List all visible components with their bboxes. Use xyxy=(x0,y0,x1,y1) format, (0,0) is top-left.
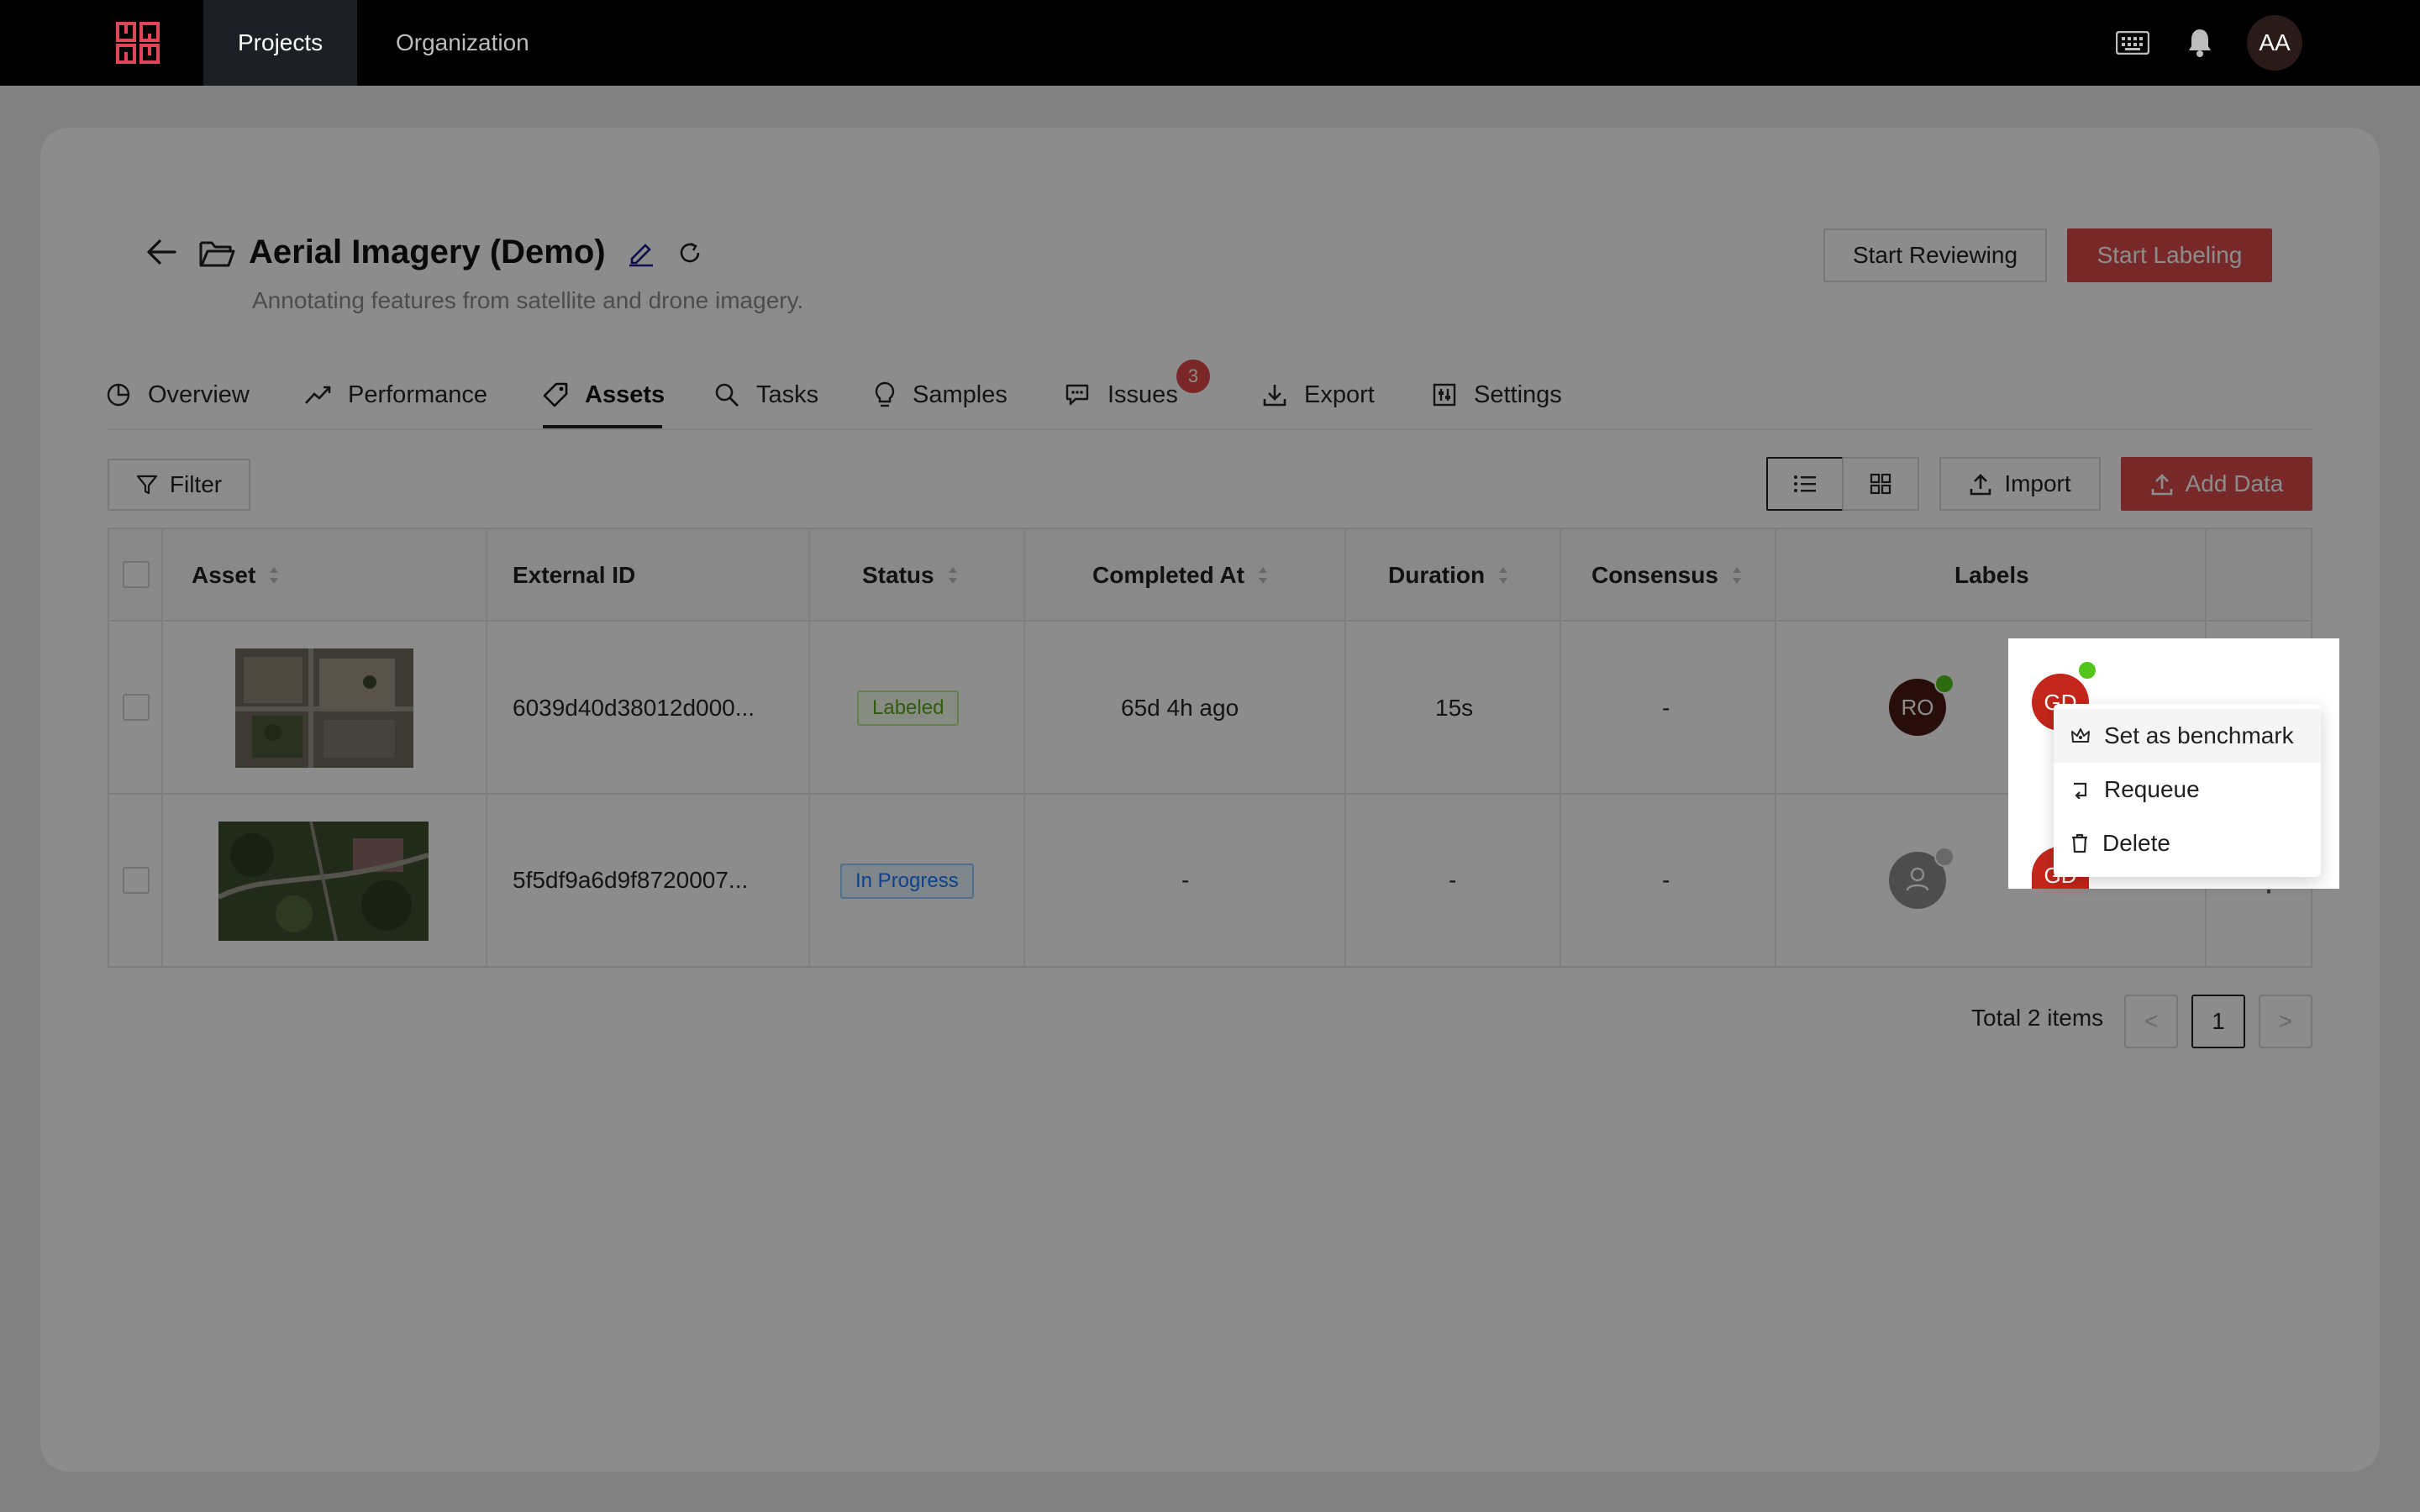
menu-item-delete[interactable]: Delete xyxy=(2054,816,2321,870)
user-avatar[interactable]: AA xyxy=(2247,15,2302,71)
menu-item-label: Set as benchmark xyxy=(2104,722,2294,748)
crown-icon xyxy=(2071,728,2090,743)
trash-icon xyxy=(2072,833,2087,853)
nav-tab-organization[interactable]: Organization xyxy=(361,0,564,86)
menu-item-set-as-benchmark[interactable]: Set as benchmark xyxy=(2054,709,2321,763)
bell-icon[interactable] xyxy=(2181,24,2218,61)
top-navigation-bar: Projects Organization AA xyxy=(0,0,2420,86)
menu-item-label: Requeue xyxy=(2104,776,2200,802)
menu-item-requeue[interactable]: Requeue xyxy=(2054,763,2321,816)
nav-tab-projects[interactable]: Projects xyxy=(203,0,358,86)
requeue-icon xyxy=(2074,782,2087,799)
approved-check-icon xyxy=(2077,660,2097,680)
app-logo[interactable] xyxy=(114,20,161,66)
menu-item-label: Delete xyxy=(2102,830,2170,856)
row-actions-dropdown: Set as benchmark Requeue Delete xyxy=(2054,704,2321,877)
keyboard-icon[interactable] xyxy=(2114,24,2151,61)
